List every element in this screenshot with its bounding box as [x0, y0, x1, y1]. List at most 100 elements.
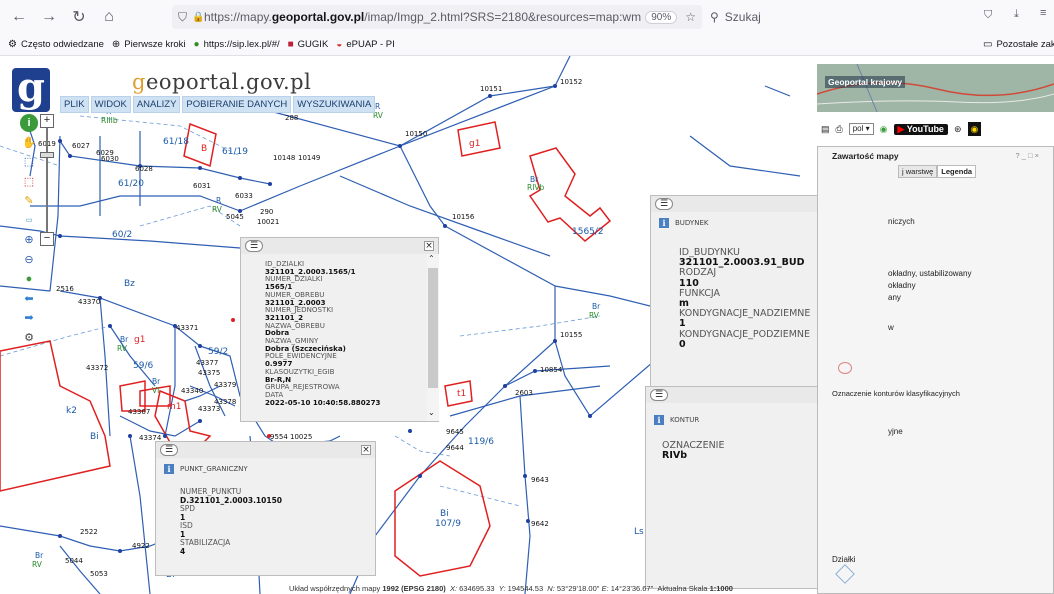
legend-line: okładny, ustabilizowany — [888, 269, 972, 278]
zoom-slider[interactable]: + − — [39, 114, 55, 246]
status-bar: Układ współrzędnych mapy 1992 (EPSG 2180… — [0, 584, 1054, 594]
bookmark-czesto[interactable]: ⚙ Często odwiedzane — [8, 39, 104, 50]
help-icon[interactable]: ⊛ — [954, 122, 962, 136]
close-icon[interactable]: × — [361, 445, 371, 455]
zoom-minus-button[interactable]: − — [40, 232, 54, 246]
scrollbar-thumb[interactable] — [428, 268, 438, 388]
n-label: N: — [547, 584, 555, 593]
forward-arrow-icon[interactable]: ➡ — [20, 309, 38, 327]
bookmark-epuap[interactable]: ◒ ePUAP - PI — [336, 39, 394, 50]
zoom-in-icon[interactable]: ⊕ — [20, 231, 38, 249]
list-icon[interactable]: ☰ — [655, 198, 674, 210]
home-icon[interactable]: ⌂ — [98, 6, 120, 28]
field-name: GRUPA_REJESTROWA — [265, 382, 340, 392]
contents-title: Zawartość mapy — [832, 151, 899, 161]
window-controls[interactable]: ? _ □ × — [1015, 151, 1039, 161]
point-label: 9642 — [531, 520, 549, 528]
point-label: 288 — [285, 114, 298, 122]
e-value: 14°23'36.67" — [610, 584, 654, 593]
map-canvas[interactable]: 10152 10151 10150 10148 10149 10156 1015… — [0, 56, 1054, 594]
point-label: 43370 — [78, 298, 100, 306]
bookmark-gugik[interactable]: ■ GUGIK — [288, 39, 329, 50]
back-arrow-icon[interactable]: ⬅ — [20, 290, 38, 308]
layer-row: i PUNKT_GRANICZNY — [156, 458, 375, 474]
pocket-icon[interactable]: ⛉ — [984, 9, 992, 22]
download-icon[interactable]: ⤓ — [1014, 8, 1019, 21]
geoportal-logo[interactable]: g — [12, 68, 50, 112]
point-label: 6027 — [72, 142, 90, 150]
info-tool-icon[interactable]: i — [20, 114, 38, 132]
select-tool-icon[interactable]: ⬚ — [20, 153, 38, 171]
globe-icon: ⊕ — [111, 39, 121, 50]
layers-icon[interactable]: ▤ — [821, 122, 830, 136]
use-label: RIVb — [527, 183, 545, 192]
menu-widok[interactable]: WIDOK — [90, 96, 131, 113]
overview-map[interactable]: Geoportal krajowy — [817, 64, 1054, 112]
field-name: SPD — [180, 504, 196, 513]
lock-icon[interactable]: 🔒 — [192, 12, 204, 23]
green-dot-icon[interactable]: ◉ — [880, 122, 888, 136]
list-icon[interactable]: ☰ — [650, 389, 669, 401]
shield-icon[interactable]: ⛉ — [178, 10, 187, 25]
layer-name: PUNKT_GRANICZNY — [180, 465, 248, 473]
point-label: 43371 — [176, 324, 198, 332]
scrollbar[interactable]: ⌃ ⌄ — [427, 254, 439, 421]
tab-layers[interactable]: j warstwę — [898, 165, 938, 178]
e-label: E: — [601, 584, 609, 593]
forward-icon[interactable]: → — [38, 6, 60, 28]
point-label: 6028 — [135, 165, 153, 173]
menu-wyszukiwania[interactable]: WYSZUKIWANIA — [293, 96, 376, 113]
star-icon[interactable]: ☆ — [685, 10, 696, 24]
menu-plik[interactable]: PLIK — [60, 96, 89, 113]
pencil-icon[interactable]: ✎ — [20, 192, 38, 210]
bookmark-pierwsze[interactable]: ⊕ Pierwsze kroki — [112, 39, 186, 50]
language-select[interactable]: pol ▾ — [848, 123, 874, 135]
parcel-label: m1 — [167, 402, 182, 412]
bookmark-lex[interactable]: ● https://sip.lex.pl/#/ — [194, 39, 280, 50]
back-icon[interactable]: ← — [8, 6, 30, 28]
list-icon[interactable]: ☰ — [245, 240, 264, 252]
search-box[interactable]: ⚲ Szukaj — [710, 5, 950, 29]
point-label: 10151 — [480, 85, 502, 93]
attribute-list: NUMER_PUNKTU D.321101_2.0003.10150 SPD 1… — [156, 474, 375, 556]
reload-icon[interactable]: ↻ — [68, 6, 90, 28]
zoom-track[interactable] — [40, 128, 54, 232]
parcel-label: 119/6 — [468, 437, 494, 447]
bookmark-label: Pozostałe zakładk — [996, 39, 1054, 50]
punkt-graniczny-popup[interactable]: ☰ × i PUNKT_GRANICZNY NUMER_PUNKTU D.321… — [155, 441, 376, 576]
zoom-out-icon[interactable]: ⊖ — [20, 251, 38, 269]
bookmark-pozostale[interactable]: ▭Pozostałe zakładk — [983, 39, 1054, 50]
field-name: ISD — [180, 521, 193, 530]
chevron-up-icon[interactable]: ⌃ — [428, 254, 435, 263]
menu-icon[interactable]: ≡ — [1040, 7, 1046, 19]
eye-icon[interactable]: ◉ — [967, 122, 982, 136]
info-icon: i — [659, 218, 669, 228]
point-label: 10149 — [298, 154, 320, 162]
app-menu: PLIK WIDOK ANALIZY POBIERANIE DANYCH WYS… — [60, 96, 376, 113]
measure-tool-icon[interactable]: ⬚ — [20, 173, 38, 191]
list-icon[interactable]: ☰ — [160, 444, 179, 456]
scale-value: 1:1000 — [709, 584, 733, 593]
menu-pobieranie[interactable]: POBIERANIE DANYCH — [182, 96, 292, 113]
tab-legend[interactable]: Legenda — [937, 165, 977, 178]
settings-icon[interactable]: ⚙ — [20, 329, 38, 347]
close-icon[interactable]: × — [424, 241, 434, 251]
zoom-badge[interactable]: 90% — [645, 10, 678, 24]
menu-analizy[interactable]: ANALIZY — [132, 96, 181, 113]
chevron-down-icon[interactable]: ⌄ — [428, 408, 435, 417]
field-value: 1 — [180, 512, 186, 522]
ruler-icon[interactable]: ▭ — [20, 212, 38, 230]
field-value: 4 — [180, 546, 186, 556]
url-text[interactable]: https://mapy.geoportal.gov.pl/imap/Imgp_… — [204, 10, 641, 24]
dzialka-popup[interactable]: ☰ × ⌃ ⌄ ID_DZIALKI 321101_2.0003.1565/1 … — [240, 237, 439, 422]
url-bar[interactable]: ⛉ 🔒 https://mapy.geoportal.gov.pl/imap/I… — [172, 5, 702, 29]
panel-toolbar: ▤ ⎙ pol ▾ ◉ ▶ YouTube ⊛ ◉ — [821, 118, 982, 140]
zoom-thumb[interactable] — [40, 152, 54, 158]
hand-tool-icon[interactable]: ✋ — [20, 134, 38, 152]
globe-tool-icon[interactable]: ● — [20, 270, 38, 288]
bookmark-label: GUGIK — [297, 39, 329, 50]
zoom-plus-button[interactable]: + — [40, 114, 54, 128]
point-label: 43375 — [198, 369, 220, 377]
youtube-button[interactable]: ▶ YouTube — [893, 123, 948, 135]
print-icon[interactable]: ⎙ — [836, 122, 843, 136]
